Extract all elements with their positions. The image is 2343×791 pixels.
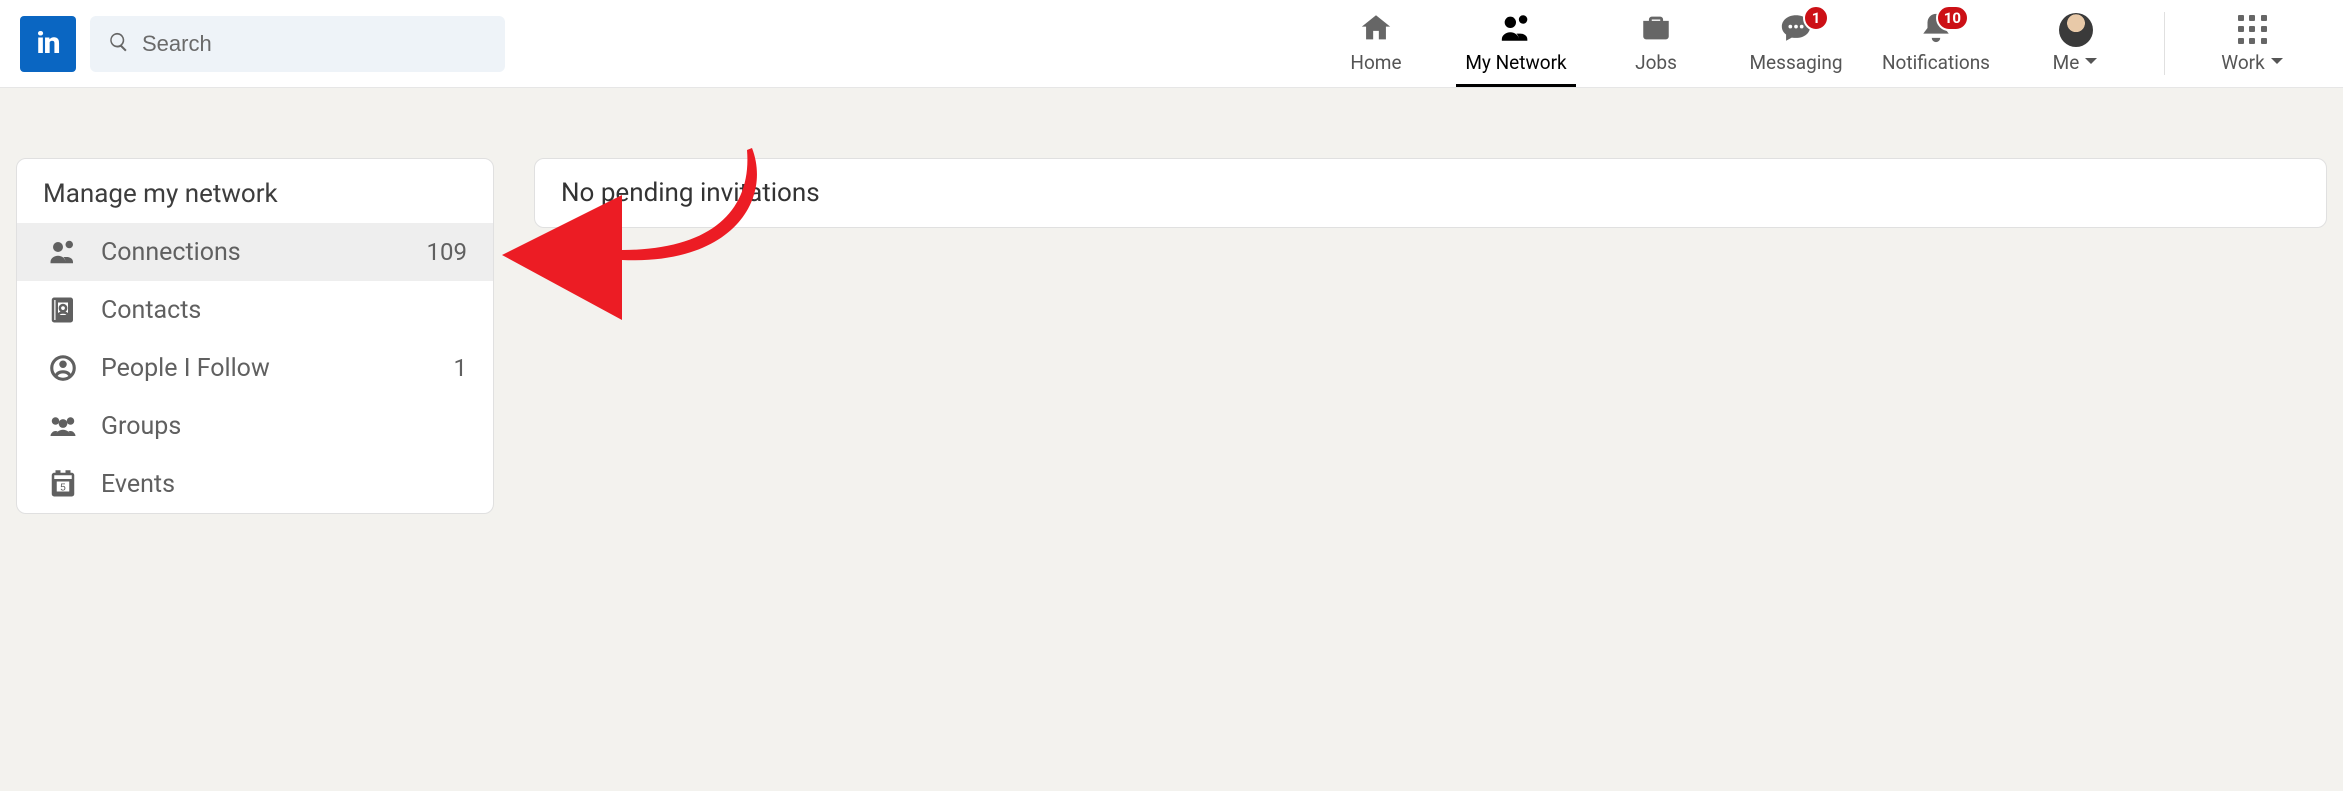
nav-jobs-label: Jobs (1635, 51, 1677, 74)
nav-messaging[interactable]: 1 Messaging (1726, 0, 1866, 87)
address-book-icon (43, 295, 83, 325)
nav-messaging-label: Messaging (1749, 51, 1842, 74)
main-panel: No pending invitations (534, 158, 2327, 514)
sidebar-item-label: Contacts (101, 296, 467, 325)
sidebar-item-label: Events (101, 470, 467, 499)
nav-notifications[interactable]: 10 Notifications (1866, 0, 2006, 87)
search-icon (108, 31, 130, 57)
sidebar-item-people-i-follow[interactable]: People I Follow 1 (17, 339, 493, 397)
nav-jobs[interactable]: Jobs (1586, 0, 1726, 87)
notifications-badge: 10 (1936, 5, 1969, 31)
pending-invitations-card: No pending invitations (534, 158, 2327, 228)
connections-icon (43, 237, 83, 267)
sidebar-item-contacts[interactable]: Contacts (17, 281, 493, 339)
svg-text:5: 5 (60, 482, 66, 493)
home-icon (1359, 11, 1393, 50)
chevron-down-icon (2083, 51, 2099, 74)
groups-icon (43, 411, 83, 441)
chevron-down-icon (2269, 51, 2285, 74)
page-content: Manage my network Connections 109 Contac… (0, 88, 2343, 514)
apps-grid-icon (2238, 15, 2268, 45)
sidebar-item-groups[interactable]: Groups (17, 397, 493, 455)
nav-work[interactable]: Work (2183, 0, 2323, 87)
calendar-icon: 5 (43, 469, 83, 499)
top-navigation-bar: in Home My Network (0, 0, 2343, 88)
sidebar-item-label: Groups (101, 412, 467, 441)
search-input[interactable] (142, 31, 487, 57)
linkedin-logo-text: in (37, 26, 60, 61)
sidebar-item-count: 1 (454, 354, 468, 382)
sidebar-item-connections[interactable]: Connections 109 (17, 223, 493, 281)
nav-my-network[interactable]: My Network (1446, 0, 1586, 87)
sidebar-item-label: Connections (101, 238, 427, 267)
messaging-badge: 1 (1803, 5, 1829, 31)
people-icon (1499, 11, 1533, 50)
briefcase-icon (1639, 11, 1673, 50)
linkedin-logo[interactable]: in (20, 16, 76, 72)
nav-my-network-label: My Network (1465, 51, 1566, 74)
sidebar-item-events[interactable]: 5 Events (17, 455, 493, 513)
nav-notifications-label: Notifications (1882, 51, 1990, 74)
avatar (2059, 13, 2093, 47)
nav-work-label: Work (2221, 51, 2264, 74)
primary-nav: Home My Network Jobs 1 (1306, 0, 2323, 87)
nav-me-label: Me (2053, 51, 2080, 74)
follow-icon (43, 353, 83, 383)
search-box[interactable] (90, 16, 505, 72)
nav-home[interactable]: Home (1306, 0, 1446, 87)
nav-divider (2164, 12, 2165, 75)
nav-me[interactable]: Me (2006, 0, 2146, 87)
sidebar-item-count: 109 (427, 238, 467, 266)
sidebar-item-label: People I Follow (101, 354, 454, 383)
manage-network-sidebar: Manage my network Connections 109 Contac… (16, 158, 494, 514)
sidebar-title: Manage my network (17, 159, 493, 223)
nav-home-label: Home (1350, 51, 1401, 74)
pending-invitations-text: No pending invitations (561, 178, 820, 208)
